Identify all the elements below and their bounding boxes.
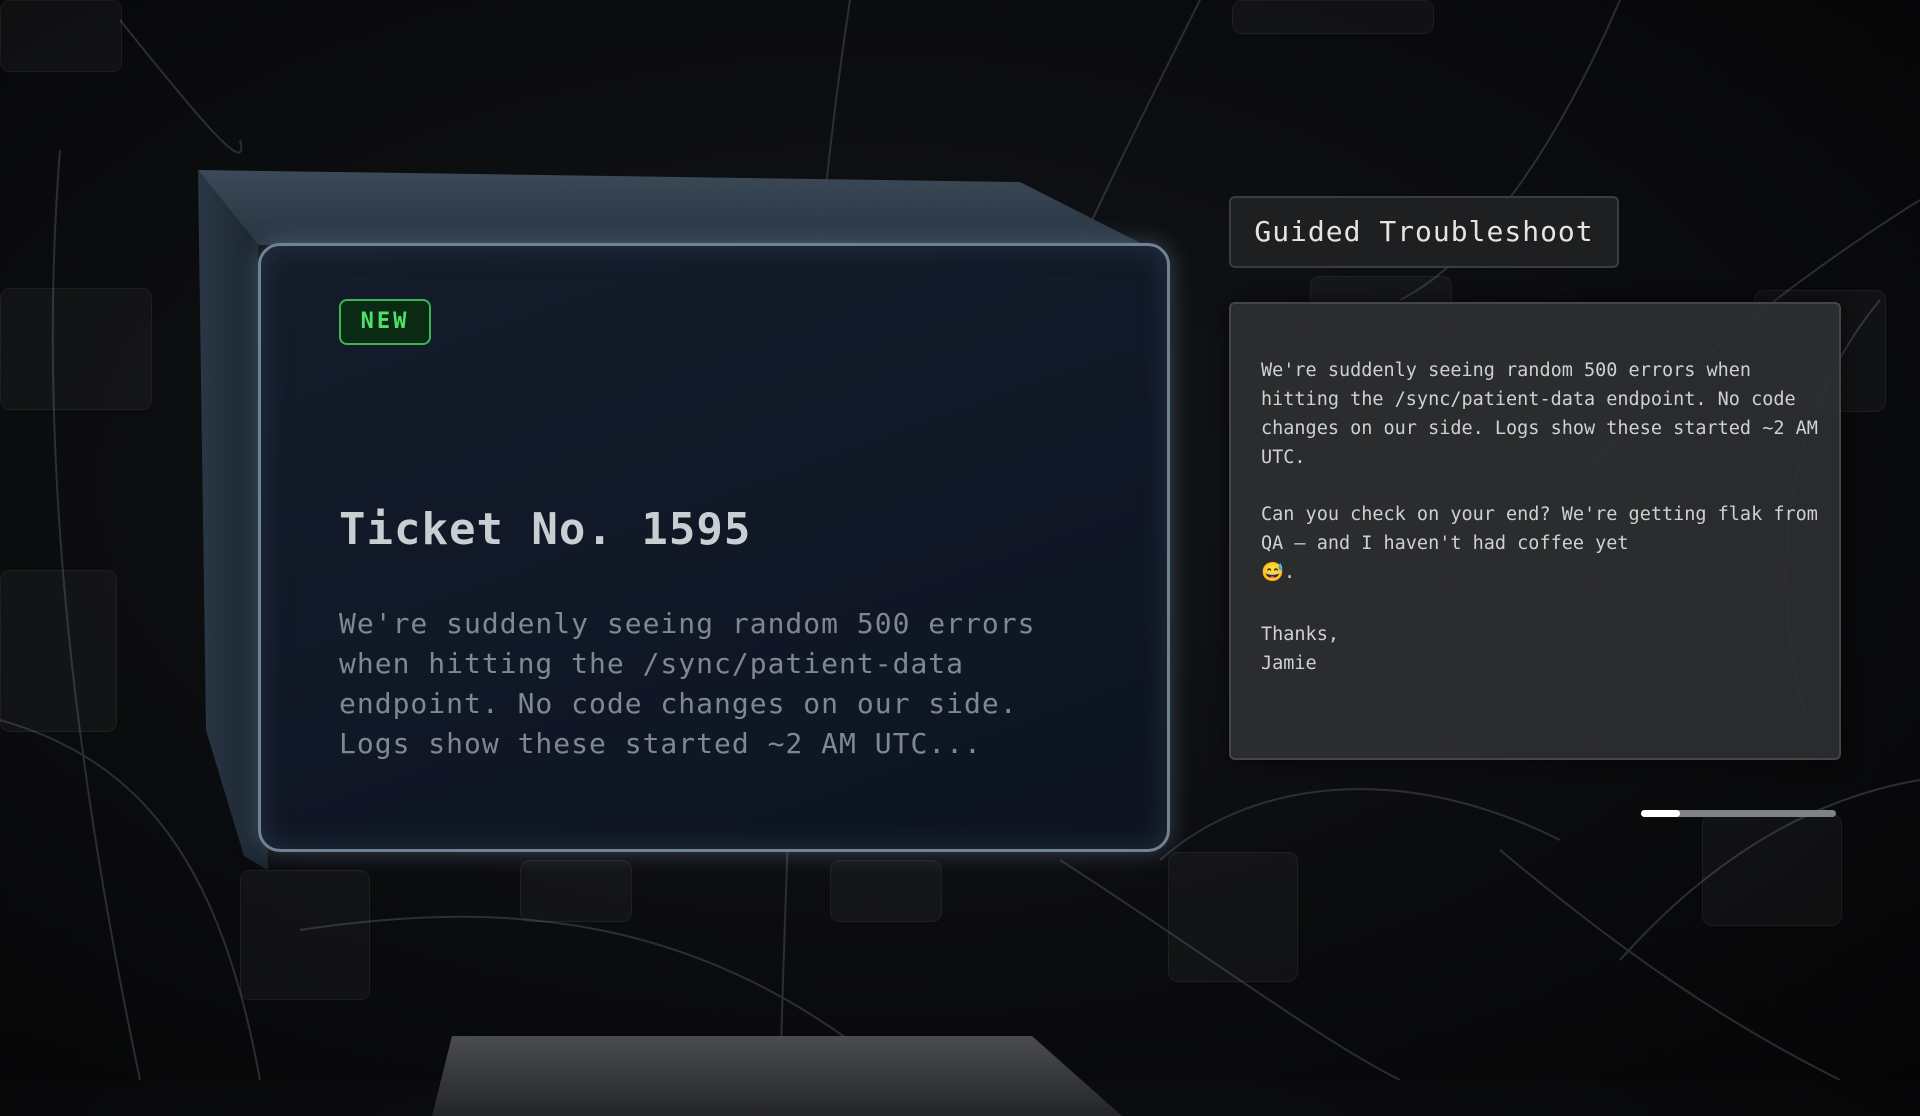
- background-block: [0, 288, 152, 410]
- progress-bar: [1641, 810, 1836, 817]
- message-text: Can you check on your end? We're getting…: [1261, 504, 1818, 554]
- new-status-badge: NEW: [339, 299, 431, 345]
- progress-bar-fill: [1641, 810, 1680, 817]
- background-block: [240, 870, 370, 1000]
- background-block: [830, 860, 942, 922]
- message-paragraph: We're suddenly seeing random 500 errors …: [1261, 360, 1818, 468]
- signoff-text: Thanks,: [1261, 624, 1339, 645]
- emoji-icon: 😅: [1261, 562, 1285, 583]
- background-block: [1702, 814, 1842, 926]
- ticket-title: Ticket No. 1595: [339, 504, 752, 555]
- background-block: [0, 0, 122, 72]
- background-block: [1232, 0, 1434, 34]
- signature-text: Jamie: [1261, 653, 1317, 674]
- ticket-preview-text: We're suddenly seeing random 500 errors …: [339, 607, 1036, 760]
- background-block: [520, 860, 632, 922]
- message-panel: We're suddenly seeing random 500 errors …: [1229, 302, 1841, 760]
- guided-troubleshoot-button[interactable]: Guided Troubleshoot: [1229, 196, 1619, 268]
- background-block: [1168, 852, 1298, 982]
- message-paragraph: Can you check on your end? We're getting…: [1261, 500, 1821, 587]
- next-ticket-box-edge: [432, 1036, 1122, 1116]
- message-signoff: Thanks, Jamie: [1261, 620, 1821, 678]
- message-punctuation: .: [1284, 562, 1296, 583]
- background-block: [0, 570, 117, 732]
- ticket-card[interactable]: NEW Ticket No. 1595 We're suddenly seein…: [258, 243, 1170, 852]
